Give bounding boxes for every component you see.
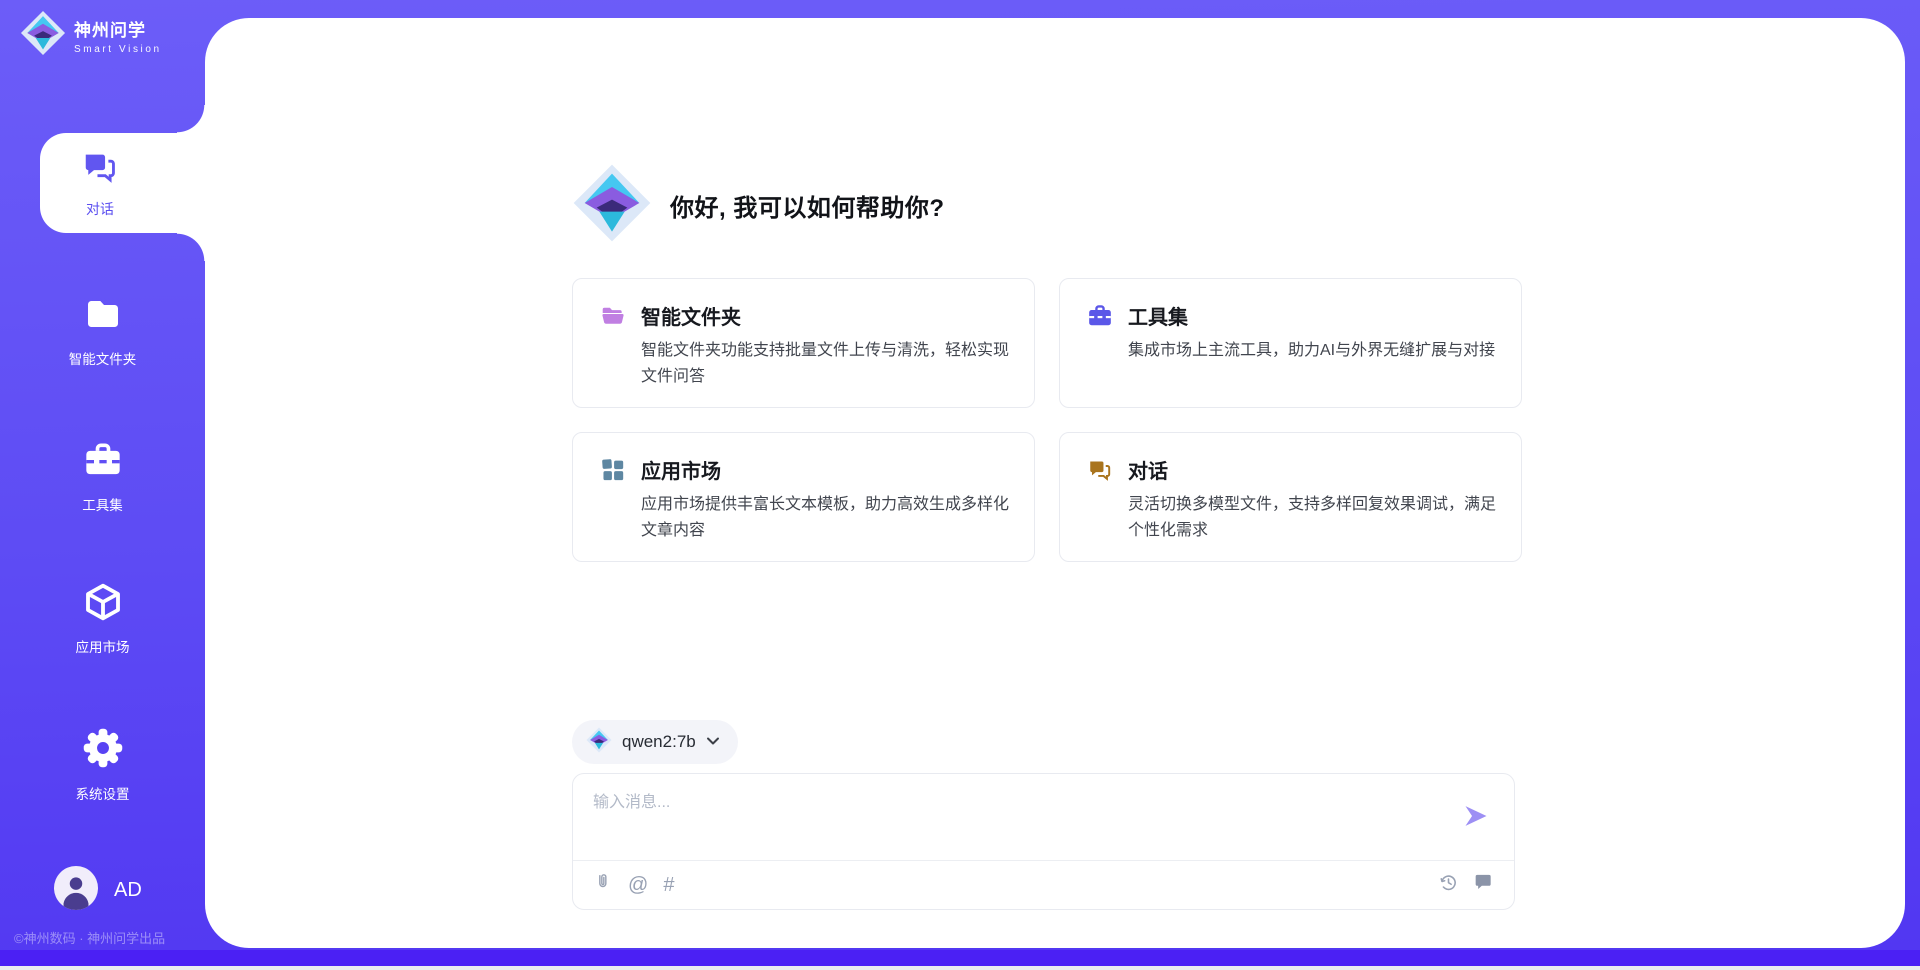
chat-icon [1087, 457, 1113, 483]
message-input[interactable] [593, 788, 1413, 850]
app-root: 神州问学 Smart Vision 对话 智能文件夹 [0, 0, 1920, 970]
sidebar: 神州问学 Smart Vision 对话 智能文件夹 [0, 0, 205, 966]
hash-icon: # [663, 874, 674, 897]
card-toolset[interactable]: 工具集 集成市场上主流工具，助力AI与外界无缝扩展与对接 [1059, 278, 1522, 408]
card-smart-folder[interactable]: 智能文件夹 智能文件夹功能支持批量文件上传与清洗，轻松实现文件问答 [572, 278, 1035, 408]
card-app-market[interactable]: 应用市场 应用市场提供丰富长文本模板，助力高效生成多样化文章内容 [572, 432, 1035, 562]
at-icon: @ [628, 874, 648, 897]
avatar [54, 866, 98, 915]
greeting-title: 你好, 我可以如何帮助你? [670, 188, 945, 223]
user-name: AD [114, 879, 142, 902]
tab-fillet-top [177, 105, 205, 133]
sidebar-item-label: 对话 [86, 199, 114, 219]
main-content: 你好, 我可以如何帮助你? 智能文件夹 智能文件夹功能支持批量文件上传与清洗，轻… [572, 165, 1522, 910]
brand: 神州问学 Smart Vision [20, 10, 162, 61]
message-composer: @ # [572, 773, 1515, 910]
sidebar-footer-text: ©神州数码 · 神州问学出品 [14, 928, 165, 947]
card-description: 灵活切换多模型文件，支持多样回复效果调试，满足个性化需求 [1128, 492, 1500, 544]
folder-icon [600, 303, 626, 329]
card-title: 应用市场 [641, 455, 1013, 484]
history-button[interactable] [1438, 872, 1459, 899]
sidebar-item-smart-folder[interactable]: 智能文件夹 [0, 294, 205, 368]
sidebar-item-label: 工具集 [82, 494, 123, 514]
mention-button[interactable]: @ [628, 874, 648, 897]
chat-icon [81, 148, 119, 191]
model-name: qwen2:7b [622, 732, 696, 752]
brand-subtitle: Smart Vision [74, 44, 162, 55]
composer-toolbar: @ # [593, 861, 1494, 909]
cube-icon [83, 582, 123, 627]
user-profile[interactable]: AD [54, 866, 142, 915]
attach-button[interactable] [593, 871, 613, 899]
folder-icon [83, 294, 123, 339]
model-selector[interactable]: qwen2:7b [572, 720, 738, 764]
card-description: 智能文件夹功能支持批量文件上传与清洗，轻松实现文件问答 [641, 338, 1013, 390]
paperclip-icon [593, 871, 613, 899]
send-icon [1462, 818, 1490, 833]
brand-title: 神州问学 [74, 16, 162, 41]
new-chat-button[interactable] [1474, 872, 1494, 898]
history-icon [1438, 872, 1459, 899]
bottom-accent-bar [0, 950, 1920, 966]
comment-icon [1474, 872, 1494, 898]
chevron-down-icon [706, 733, 720, 751]
brand-gem-icon [20, 10, 66, 61]
gear-icon [82, 727, 124, 774]
sidebar-item-settings[interactable]: 系统设置 [0, 727, 205, 803]
send-button[interactable] [1462, 802, 1490, 830]
bottom-edge-strip [0, 966, 1920, 970]
sidebar-item-chat[interactable]: 对话 [40, 133, 205, 233]
grid-icon [600, 457, 626, 483]
gem-icon [586, 727, 612, 758]
card-description: 应用市场提供丰富长文本模板，助力高效生成多样化文章内容 [641, 492, 1013, 544]
sidebar-item-app-market[interactable]: 应用市场 [0, 582, 205, 656]
card-title: 对话 [1128, 455, 1500, 484]
topic-button[interactable]: # [663, 874, 674, 897]
sidebar-item-toolset[interactable]: 工具集 [0, 440, 205, 514]
sidebar-item-label: 应用市场 [76, 636, 130, 656]
card-title: 工具集 [1128, 301, 1500, 330]
card-title: 智能文件夹 [641, 301, 1013, 330]
tab-fillet-bottom [177, 233, 205, 261]
briefcase-icon [83, 440, 123, 485]
feature-cards: 智能文件夹 智能文件夹功能支持批量文件上传与清洗，轻松实现文件问答 工具集 集成… [572, 278, 1522, 562]
card-chat[interactable]: 对话 灵活切换多模型文件，支持多样回复效果调试，满足个性化需求 [1059, 432, 1522, 562]
sidebar-item-label: 系统设置 [76, 783, 130, 803]
card-description: 集成市场上主流工具，助力AI与外界无缝扩展与对接 [1128, 338, 1500, 364]
sidebar-item-label: 智能文件夹 [69, 348, 137, 368]
greeting: 你好, 我可以如何帮助你? [572, 165, 1522, 245]
briefcase-icon [1087, 303, 1113, 329]
greeting-gem-icon [572, 163, 652, 248]
